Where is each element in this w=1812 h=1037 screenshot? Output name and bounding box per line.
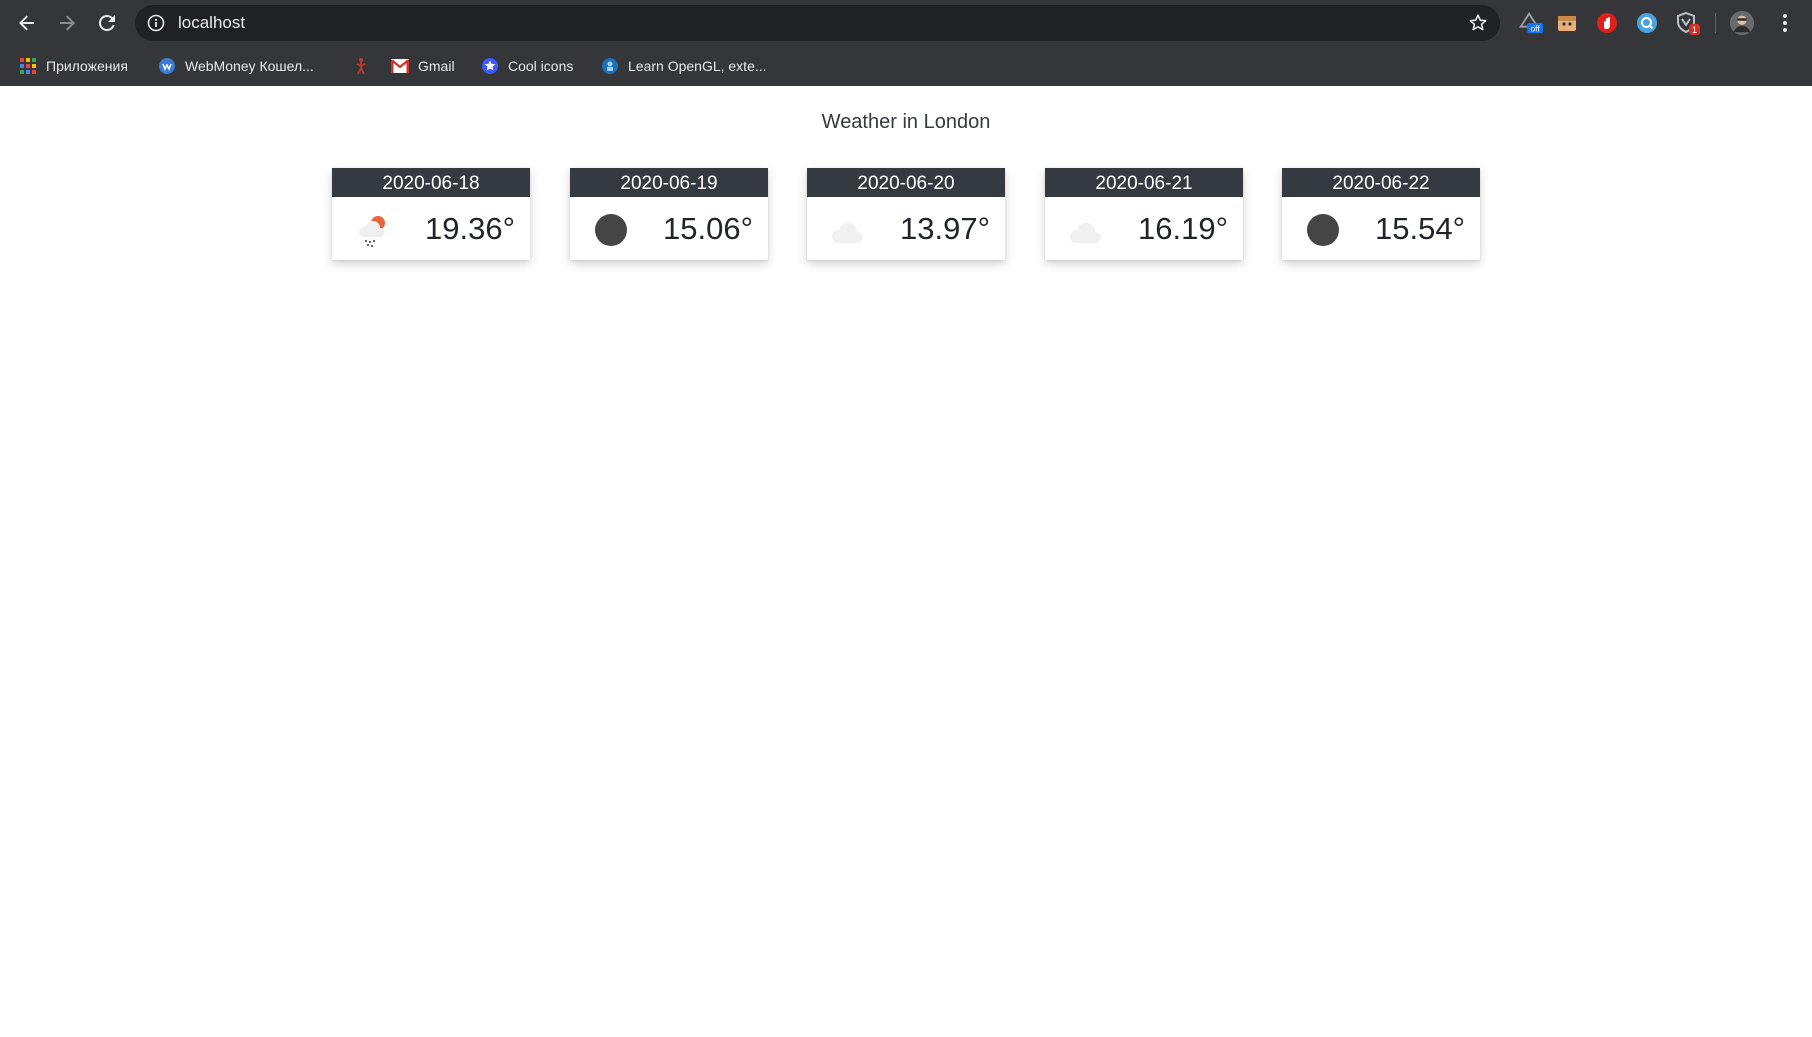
extension-off-badge: off (1531, 23, 1541, 33)
bookmark-red-figure[interactable] (352, 55, 379, 77)
browser-toolbar: localhost off 1 (0, 0, 1812, 46)
star-badge-icon (481, 57, 499, 75)
forecast-date: 2020-06-20 (807, 168, 1005, 197)
red-figure-icon (352, 57, 370, 75)
apps-grid-icon (19, 57, 37, 75)
profile-avatar[interactable] (1729, 10, 1755, 36)
bookmark-webmoney[interactable]: WebMoney Кошел... (158, 55, 314, 77)
bookmark-label: Приложения (46, 58, 128, 74)
forecast-card: 2020-06-22 15.54° (1282, 168, 1480, 260)
forecast-temperature: 15.06° (663, 211, 753, 246)
gmail-icon (391, 57, 409, 75)
browser-chrome: localhost off 1 Приложения WebMoney Коше… (0, 0, 1812, 86)
forecast-date: 2020-06-22 (1282, 168, 1480, 197)
back-icon[interactable] (13, 9, 41, 37)
extension-search-icon[interactable] (1634, 10, 1660, 36)
page-title: Weather in London (821, 111, 991, 133)
bookmark-label: Cool icons (508, 58, 574, 74)
reload-icon[interactable] (93, 9, 121, 37)
bookmark-label: WebMoney Кошел... (185, 58, 314, 74)
forecast-temperature: 15.54° (1375, 211, 1465, 246)
forecast-date: 2020-06-19 (570, 168, 768, 197)
opengl-icon (601, 57, 619, 75)
forecast-card: 2020-06-21 16.19° (1045, 168, 1243, 260)
bookmark-apps[interactable]: Приложения (19, 55, 128, 77)
dark-circle-icon (1304, 211, 1342, 249)
site-info-icon[interactable] (147, 14, 165, 32)
forecast-date: 2020-06-21 (1045, 168, 1243, 197)
dark-circle-icon (592, 211, 630, 249)
extension-off-icon[interactable]: off (1517, 10, 1543, 36)
bookmark-label: Gmail (418, 58, 455, 74)
extension-shield-badge: 1 (1692, 25, 1697, 35)
bookmark-learn-opengl[interactable]: Learn OpenGL, exte... (601, 55, 767, 77)
bookmarks-bar: Приложения WebMoney Кошел... Gmail Cool … (0, 47, 1812, 85)
forecast-temperature: 19.36° (425, 211, 515, 246)
forecast-card: 2020-06-19 15.06° (570, 168, 768, 260)
cloud-icon (829, 211, 867, 249)
bookmark-cool-icons[interactable]: Cool icons (481, 55, 573, 77)
toolbar-divider (1715, 13, 1716, 33)
extension-shield-icon[interactable]: 1 (1675, 10, 1701, 36)
cloud-icon (1067, 211, 1105, 249)
forecast-date: 2020-06-18 (332, 168, 530, 197)
extension-hand-icon[interactable] (1594, 10, 1620, 36)
bookmark-label: Learn OpenGL, exte... (628, 58, 767, 74)
forecast-temperature: 16.19° (1138, 211, 1228, 246)
extension-box-icon[interactable] (1554, 10, 1580, 36)
snow-sun-icon (354, 211, 392, 249)
chrome-menu-icon[interactable] (1772, 10, 1798, 36)
forward-icon[interactable] (53, 9, 81, 37)
bookmark-gmail[interactable]: Gmail (391, 55, 455, 77)
forecast-card: 2020-06-18 19.36° (332, 168, 530, 260)
address-bar[interactable]: localhost (135, 5, 1500, 41)
bookmark-star-icon[interactable] (1468, 13, 1488, 33)
webmoney-icon (158, 57, 176, 75)
forecast-card: 2020-06-20 13.97° (807, 168, 1005, 260)
forecast-temperature: 13.97° (900, 211, 990, 246)
url-text: localhost (178, 13, 246, 32)
